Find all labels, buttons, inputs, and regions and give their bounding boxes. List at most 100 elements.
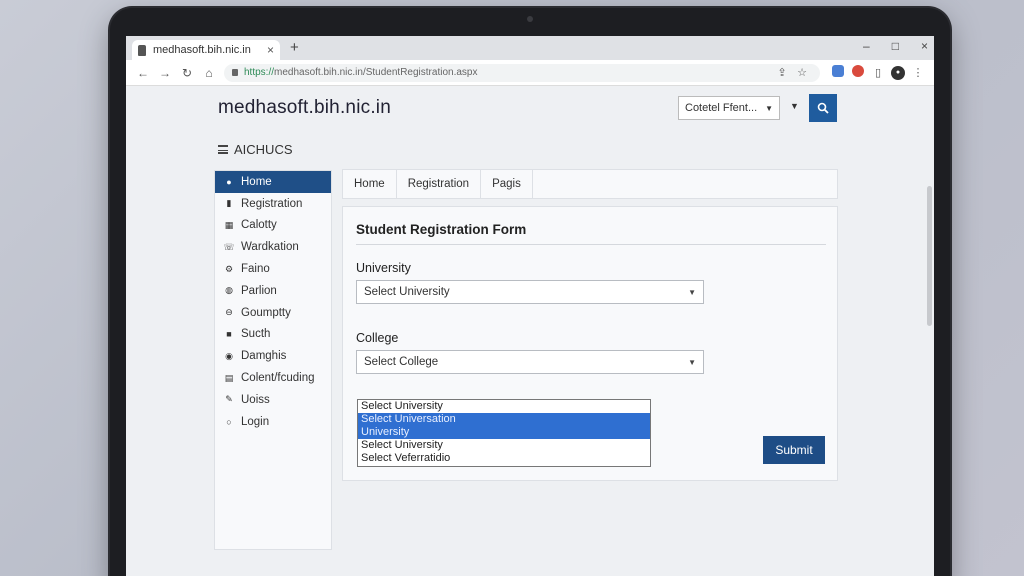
- menu-toggle[interactable]: AICHUCS: [218, 142, 293, 157]
- extension-record-icon[interactable]: [848, 65, 868, 80]
- sidebar-item-goumptty[interactable]: ⊖ Goumptty: [215, 302, 331, 324]
- favicon-icon: [138, 44, 146, 56]
- star-icon[interactable]: ☆: [792, 66, 812, 79]
- sidebar-item-label: Colent/fcuding: [241, 372, 315, 385]
- tab-pagis[interactable]: Pagis: [481, 170, 533, 198]
- tab-title: medhasoft.bih.nic.in: [153, 44, 251, 56]
- tab-close-icon[interactable]: ×: [267, 43, 274, 57]
- extension-icon[interactable]: [828, 65, 848, 80]
- browser-tab[interactable]: medhasoft.bih.nic.in ×: [132, 40, 280, 60]
- window-controls: – □ ×: [863, 39, 928, 53]
- search-icon: [817, 102, 829, 114]
- globe-icon: ◍: [225, 285, 233, 296]
- sidebar-item-label: Faino: [241, 263, 270, 276]
- folder-icon: ■: [226, 329, 232, 340]
- registration-form: Student Registration Form University Sel…: [342, 206, 838, 481]
- chevron-down-icon[interactable]: ▼: [790, 101, 799, 111]
- person-icon: ●: [226, 176, 232, 187]
- college-dropdown-list: Select University Select Universation Un…: [357, 399, 651, 467]
- web-page: medhasoft.bih.nic.in Cotetel Ffent... ▼ …: [126, 86, 934, 576]
- tab-home[interactable]: Home: [343, 170, 397, 198]
- sidebar-item-label: Damghis: [241, 350, 287, 363]
- dropdown-option[interactable]: Select Veferratidio: [358, 452, 650, 465]
- university-select[interactable]: Select University ▼: [356, 280, 704, 304]
- divider: [356, 244, 826, 245]
- address-url: medhasoft.bih.nic.in/StudentRegistration…: [274, 67, 478, 78]
- search-button[interactable]: [809, 94, 837, 122]
- close-window-button[interactable]: ×: [921, 39, 928, 53]
- site-header: medhasoft.bih.nic.in Cotetel Ffent... ▼ …: [126, 86, 934, 124]
- gear-icon: ⚙: [224, 263, 234, 274]
- chevron-down-icon: ▼: [765, 103, 773, 113]
- sidebar-item-login[interactable]: ○ Login: [215, 411, 331, 433]
- maximize-button[interactable]: □: [892, 39, 899, 53]
- address-protocol: https://: [244, 67, 275, 78]
- hamburger-icon: [218, 145, 228, 154]
- forward-icon[interactable]: →: [154, 66, 176, 80]
- browser-tab-bar: medhasoft.bih.nic.in × + – □ ×: [126, 36, 934, 60]
- sidebar-item-label: Registration: [241, 197, 303, 210]
- calendar-icon: ▦: [224, 219, 234, 230]
- user-icon: ▮: [226, 198, 232, 209]
- sidebar-item-label: Login: [241, 415, 270, 428]
- menu-label: AICHUCS: [234, 142, 293, 157]
- target-icon: ◉: [225, 350, 233, 361]
- home-icon[interactable]: ⌂: [198, 66, 220, 80]
- lock-icon: [232, 69, 238, 76]
- extensions-puzzle-icon[interactable]: ▯: [868, 66, 888, 79]
- sidebar-item-faino[interactable]: ⚙ Faino: [215, 258, 331, 280]
- chevron-down-icon: ▼: [688, 357, 696, 367]
- main-tab-bar: Home Registration Pagis: [342, 169, 838, 199]
- new-tab-button[interactable]: +: [290, 39, 299, 56]
- pencil-icon: ✎: [225, 394, 233, 405]
- document-icon: ▤: [224, 372, 234, 383]
- reload-icon[interactable]: ↻: [176, 66, 198, 80]
- college-label: College: [356, 331, 399, 345]
- screen: medhasoft.bih.nic.in × + – □ × ← → ↻ ⌂ h…: [126, 36, 934, 576]
- minimize-button[interactable]: –: [863, 39, 870, 53]
- sidebar-item-registration[interactable]: ▮ Registration: [215, 193, 331, 215]
- sidebar-item-label: Home: [241, 175, 272, 188]
- sidebar-nav: ● Home ▮ Registration ▦ Calotty ☏ Wardka…: [214, 170, 332, 550]
- scrollbar-thumb[interactable]: [927, 186, 932, 326]
- sidebar-item-sucth[interactable]: ■ Sucth: [215, 324, 331, 346]
- profile-avatar-icon[interactable]: ●: [888, 65, 908, 80]
- share-icon[interactable]: ⇪: [772, 66, 792, 79]
- dropdown-option-highlighted[interactable]: University: [358, 426, 650, 439]
- sidebar-item-damghis[interactable]: ◉ Damghis: [215, 345, 331, 367]
- chevron-down-icon: ▼: [688, 287, 696, 297]
- dropdown-option[interactable]: Select University: [358, 439, 650, 452]
- site-title[interactable]: medhasoft.bih.nic.in: [218, 97, 391, 119]
- browser-toolbar: ← → ↻ ⌂ https:// medhasoft.bih.nic.in/St…: [126, 60, 934, 86]
- college-select[interactable]: Select College ▼: [356, 350, 704, 374]
- college-select-value: Select College: [364, 356, 439, 368]
- back-icon[interactable]: ←: [132, 66, 154, 80]
- header-select[interactable]: Cotetel Ffent... ▼: [678, 96, 780, 120]
- sidebar-item-parlion[interactable]: ◍ Parlion: [215, 280, 331, 302]
- webcam: [527, 16, 533, 22]
- login-icon: ○: [226, 416, 232, 427]
- menu-dots-icon[interactable]: ⋮: [908, 66, 928, 79]
- header-select-value: Cotetel Ffent...: [685, 102, 758, 114]
- sidebar-item-calotty[interactable]: ▦ Calotty: [215, 215, 331, 237]
- address-bar[interactable]: https:// medhasoft.bih.nic.in/StudentReg…: [224, 63, 820, 82]
- dropdown-option-highlighted[interactable]: Select Universation: [358, 413, 650, 426]
- sidebar-item-wardkation[interactable]: ☏ Wardkation: [215, 236, 331, 258]
- university-select-value: Select University: [364, 286, 450, 298]
- sidebar-item-label: Calotty: [241, 219, 277, 232]
- sidebar-item-colent-fcuding[interactable]: ▤ Colent/fcuding: [215, 367, 331, 389]
- sidebar-item-uoiss[interactable]: ✎ Uoiss: [215, 389, 331, 411]
- form-title: Student Registration Form: [356, 222, 527, 237]
- sidebar-item-home[interactable]: ● Home: [215, 171, 331, 193]
- sidebar-item-label: Sucth: [241, 328, 271, 341]
- sidebar-item-label: Uoiss: [241, 393, 270, 406]
- sidebar-item-label: Goumptty: [241, 306, 291, 319]
- submit-button[interactable]: Submit: [763, 436, 825, 464]
- sidebar-item-label: Parlion: [241, 284, 277, 297]
- phone-icon: ☏: [223, 241, 235, 252]
- link-icon: ⊖: [225, 307, 233, 318]
- sidebar-item-label: Wardkation: [241, 241, 299, 254]
- dropdown-option[interactable]: Select University: [358, 400, 650, 413]
- university-label: University: [356, 261, 411, 275]
- tab-registration[interactable]: Registration: [397, 170, 482, 198]
